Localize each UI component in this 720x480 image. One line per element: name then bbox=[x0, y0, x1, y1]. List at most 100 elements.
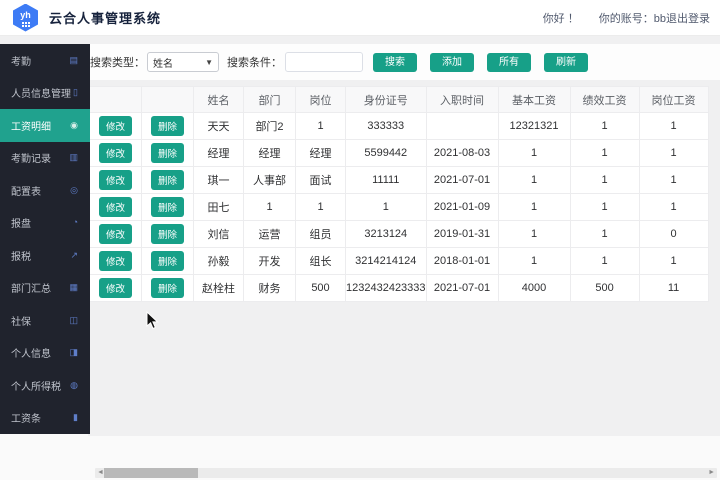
table-action-cell: 修改 bbox=[90, 140, 142, 167]
logo-dots bbox=[22, 22, 24, 24]
table-header-cell: 部门 bbox=[244, 87, 296, 113]
salary-table-container: 姓名部门岗位身份证号入职时间基本工资绩效工资岗位工资修改删除天天部门213333… bbox=[89, 86, 709, 302]
sidebar-item-attendance-record[interactable]: 考勤记录▥ bbox=[0, 142, 90, 175]
table-cell: 经理 bbox=[296, 140, 346, 167]
delete-button[interactable]: 删除 bbox=[151, 224, 184, 244]
table-action-cell: 修改 bbox=[90, 194, 142, 221]
add-button[interactable]: 添加 bbox=[430, 53, 474, 72]
sidebar-item-salary-detail[interactable]: 工资明细◉ bbox=[0, 109, 90, 142]
logout-link[interactable]: 退出登录 bbox=[666, 10, 710, 26]
horizontal-scrollbar[interactable]: ◄ ► bbox=[95, 468, 717, 478]
table-header-row: 姓名部门岗位身份证号入职时间基本工资绩效工资岗位工资 bbox=[90, 87, 709, 113]
table-cell: 500 bbox=[570, 275, 639, 302]
sidebar-item-label: 考勤 bbox=[11, 53, 69, 68]
sidebar-item-salary-slip[interactable]: 工资条▮ bbox=[0, 402, 90, 435]
greeting-text: 你好 ！ bbox=[543, 10, 579, 26]
scroll-right-arrow-icon[interactable]: ► bbox=[708, 468, 715, 478]
modify-button[interactable]: 修改 bbox=[99, 278, 132, 298]
table-cell: 1 bbox=[244, 194, 296, 221]
table-cell: 1 bbox=[498, 194, 570, 221]
table-cell: 运营 bbox=[244, 221, 296, 248]
scroll-left-arrow-icon[interactable]: ◄ bbox=[97, 468, 104, 478]
refresh-button[interactable]: 刷新 bbox=[544, 53, 588, 72]
modify-button[interactable]: 修改 bbox=[99, 197, 132, 217]
delete-button[interactable]: 删除 bbox=[151, 143, 184, 163]
sidebar-item-label: 个人所得税 bbox=[11, 378, 70, 393]
table-row: 修改删除琪一人事部面试111112021-07-01111 bbox=[90, 167, 709, 194]
table-cell: 开发 bbox=[244, 248, 296, 275]
table-action-cell: 修改 bbox=[90, 167, 142, 194]
table-cell: 1 bbox=[570, 167, 639, 194]
delete-button[interactable]: 删除 bbox=[151, 116, 184, 136]
search-condition-input[interactable] bbox=[285, 52, 363, 72]
table-cell: 4000 bbox=[498, 275, 570, 302]
sidebar-item-personnel-info[interactable]: 人员信息管理▯ bbox=[0, 77, 90, 110]
table-cell: 1 bbox=[639, 113, 708, 140]
sidebar-item-social-insurance[interactable]: 社保◫ bbox=[0, 304, 90, 337]
logo-text: yh bbox=[20, 11, 31, 20]
sidebar-item-label: 个人信息 bbox=[11, 345, 69, 360]
sidebar-item-department-summary[interactable]: 部门汇总▦ bbox=[0, 272, 90, 305]
table-cell: 2018-01-01 bbox=[426, 248, 498, 275]
table-header-cell: 姓名 bbox=[194, 87, 244, 113]
table-cell: 部门2 bbox=[244, 113, 296, 140]
sidebar-item-attendance[interactable]: 考勤▤ bbox=[0, 44, 90, 77]
table-action-cell: 删除 bbox=[142, 194, 194, 221]
personnel-icon: ▯ bbox=[73, 88, 78, 97]
table-header-action-cell bbox=[142, 87, 194, 113]
delete-button[interactable]: 删除 bbox=[151, 278, 184, 298]
search-toolbar: 搜索类型： 姓名 ▼ 搜索条件： 搜索添加所有刷新 bbox=[88, 44, 720, 80]
sidebar-item-report-offer[interactable]: 报盘◔ bbox=[0, 207, 90, 240]
chevron-down-icon: ▼ bbox=[205, 58, 213, 67]
table-cell: 1 bbox=[296, 194, 346, 221]
all-button[interactable]: 所有 bbox=[487, 53, 531, 72]
search-type-selected-value: 姓名 bbox=[153, 55, 173, 70]
sidebar-item-income-tax[interactable]: 个人所得税◍ bbox=[0, 369, 90, 402]
table-action-cell: 修改 bbox=[90, 221, 142, 248]
sidebar-item-config-table[interactable]: 配置表◎ bbox=[0, 174, 90, 207]
table-cell: 孙毅 bbox=[194, 248, 244, 275]
config-table-icon: ◎ bbox=[70, 186, 78, 195]
table-cell: 组员 bbox=[296, 221, 346, 248]
table-action-cell: 删除 bbox=[142, 275, 194, 302]
search-type-select[interactable]: 姓名 ▼ bbox=[147, 52, 219, 72]
sidebar-item-label: 报税 bbox=[11, 248, 70, 263]
salary-detail-icon: ◉ bbox=[70, 121, 78, 130]
personal-info-icon: ◨ bbox=[69, 348, 78, 357]
sidebar-item-tax-filing[interactable]: 报税↗ bbox=[0, 239, 90, 272]
modify-button[interactable]: 修改 bbox=[99, 170, 132, 190]
modify-button[interactable]: 修改 bbox=[99, 143, 132, 163]
sidebar-item-label: 部门汇总 bbox=[11, 280, 69, 295]
table-cell: 1 bbox=[639, 167, 708, 194]
table-action-cell: 修改 bbox=[90, 275, 142, 302]
delete-button[interactable]: 删除 bbox=[151, 197, 184, 217]
report-disk-icon: ◔ bbox=[73, 218, 78, 227]
table-cell: 1 bbox=[570, 140, 639, 167]
table-header-cell: 岗位工资 bbox=[639, 87, 708, 113]
table-cell: 12321321 bbox=[498, 113, 570, 140]
table-row: 修改删除经理经理经理55994422021-08-03111 bbox=[90, 140, 709, 167]
delete-button[interactable]: 删除 bbox=[151, 251, 184, 271]
table-header-action-cell bbox=[90, 87, 142, 113]
delete-button[interactable]: 删除 bbox=[151, 170, 184, 190]
search-type-label: 搜索类型： bbox=[90, 54, 145, 70]
table-header-cell: 岗位 bbox=[296, 87, 346, 113]
table-cell: 0 bbox=[639, 221, 708, 248]
sidebar-item-personal-info[interactable]: 个人信息◨ bbox=[0, 337, 90, 370]
scrollbar-thumb[interactable] bbox=[104, 468, 198, 478]
search-button[interactable]: 搜索 bbox=[373, 53, 417, 72]
table-header-cell: 绩效工资 bbox=[570, 87, 639, 113]
app-title: 云合人事管理系统 bbox=[49, 8, 161, 27]
sidebar-item-label: 人员信息管理 bbox=[11, 85, 73, 100]
modify-button[interactable]: 修改 bbox=[99, 116, 132, 136]
attendance-icon: ▤ bbox=[69, 56, 78, 65]
table-action-cell: 修改 bbox=[90, 113, 142, 140]
table-action-cell: 删除 bbox=[142, 167, 194, 194]
modify-button[interactable]: 修改 bbox=[99, 251, 132, 271]
table-cell: 1 bbox=[498, 167, 570, 194]
table-cell: 1 bbox=[498, 221, 570, 248]
modify-button[interactable]: 修改 bbox=[99, 224, 132, 244]
table-cell: 琪一 bbox=[194, 167, 244, 194]
table-cell: 田七 bbox=[194, 194, 244, 221]
table-cell: 面试 bbox=[296, 167, 346, 194]
